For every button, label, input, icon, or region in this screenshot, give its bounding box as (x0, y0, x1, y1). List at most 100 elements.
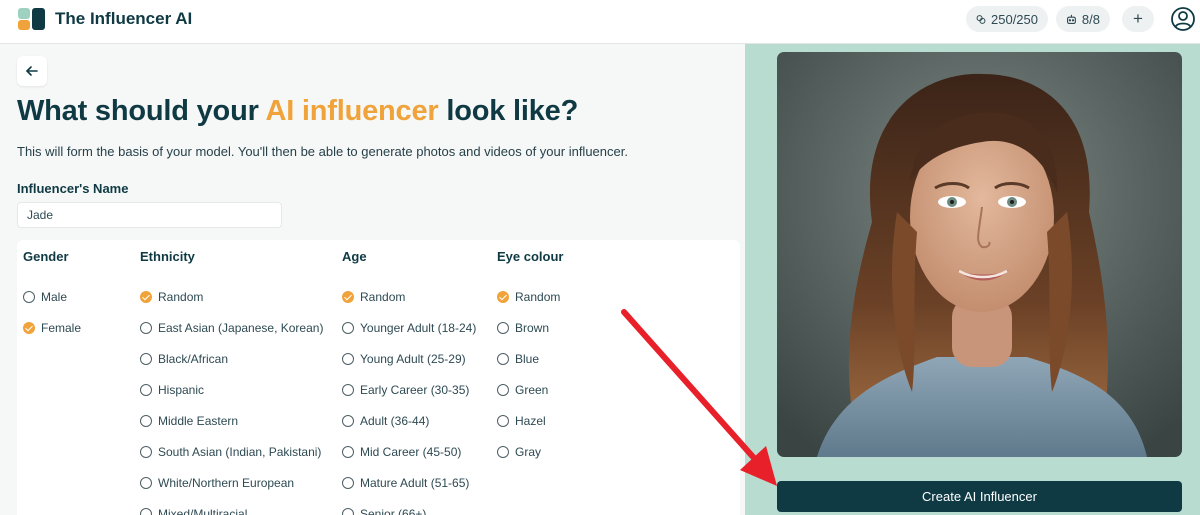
ethnicity-option-label: White/Northern European (158, 476, 295, 490)
ethnicity-option[interactable]: Middle Eastern (140, 413, 238, 429)
radio-unchecked-icon[interactable] (140, 353, 152, 365)
name-input[interactable] (17, 202, 282, 228)
ethnicity-option-label: Hispanic (158, 383, 205, 397)
top-bar: The Influencer AI 250/250 8/8 + (0, 0, 1200, 44)
radio-checked-icon[interactable] (497, 291, 509, 303)
title-accent: AI influencer (265, 95, 439, 127)
models-counter[interactable]: 8/8 (1056, 6, 1110, 32)
age-option[interactable]: Random (342, 289, 405, 305)
radio-unchecked-icon[interactable] (140, 508, 152, 515)
radio-unchecked-icon[interactable] (140, 415, 152, 427)
radio-checked-icon[interactable] (140, 291, 152, 303)
preview-pane: Create AI Influencer (745, 44, 1200, 515)
gender-option-label: Female (41, 321, 82, 335)
brand[interactable]: The Influencer AI (18, 8, 192, 30)
eye-colour-heading: Eye colour (497, 249, 564, 264)
page-subtitle: This will form the basis of your model. … (17, 144, 628, 159)
age-option[interactable]: Senior (66+) (342, 506, 426, 515)
models-value: 8/8 (1081, 11, 1100, 27)
radio-unchecked-icon[interactable] (497, 353, 509, 365)
radio-unchecked-icon[interactable] (23, 291, 35, 303)
gender-option[interactable]: Male (23, 289, 67, 305)
ethnicity-option[interactable]: White/Northern European (140, 475, 294, 491)
age-option-label: Adult (36-44) (360, 414, 430, 428)
ethnicity-option[interactable]: Hispanic (140, 382, 204, 398)
eye-colour-option[interactable]: Hazel (497, 413, 546, 429)
back-button[interactable] (17, 56, 47, 86)
age-option-label: Early Career (30-35) (360, 383, 470, 397)
credits-icon (976, 14, 986, 24)
ethnicity-option-label: Random (158, 290, 204, 304)
ethnicity-option[interactable]: South Asian (Indian, Pakistani) (140, 444, 321, 460)
influencer-preview-image (777, 52, 1182, 457)
ethnicity-option-label: South Asian (Indian, Pakistani) (158, 445, 322, 459)
radio-unchecked-icon[interactable] (342, 508, 354, 515)
app-name: The Influencer AI (55, 9, 193, 28)
age-option-label: Younger Adult (18-24) (360, 321, 477, 335)
eye-colour-option-label: Green (515, 383, 549, 397)
age-option[interactable]: Adult (36-44) (342, 413, 429, 429)
age-option[interactable]: Younger Adult (18-24) (342, 320, 476, 336)
ethnicity-option-label: East Asian (Japanese, Korean) (158, 321, 324, 335)
radio-checked-icon[interactable] (342, 291, 354, 303)
age-option[interactable]: Young Adult (25-29) (342, 351, 466, 367)
title-part-2: look like? (438, 95, 579, 127)
ethnicity-option[interactable]: Black/African (140, 351, 228, 367)
radio-unchecked-icon[interactable] (140, 446, 152, 458)
radio-unchecked-icon[interactable] (342, 446, 354, 458)
radio-unchecked-icon[interactable] (342, 353, 354, 365)
credits-counter[interactable]: 250/250 (966, 6, 1048, 32)
create-influencer-button[interactable]: Create AI Influencer (777, 481, 1182, 512)
radio-unchecked-icon[interactable] (342, 384, 354, 396)
age-option[interactable]: Mid Career (45-50) (342, 444, 461, 460)
credits-value: 250/250 (991, 11, 1038, 27)
ethnicity-option[interactable]: Mixed/Multiracial (140, 506, 247, 515)
gender-heading: Gender (23, 249, 69, 264)
radio-unchecked-icon[interactable] (497, 446, 509, 458)
ethnicity-option[interactable]: East Asian (Japanese, Korean) (140, 320, 323, 336)
logo (18, 8, 46, 30)
radio-unchecked-icon[interactable] (497, 322, 509, 334)
ethnicity-option-label: Black/African (158, 352, 229, 366)
page-title: What should your AI influencer look like… (17, 95, 578, 128)
eye-colour-option-label: Hazel (515, 414, 546, 428)
ethnicity-option-label: Mixed/Multiracial (158, 507, 248, 515)
age-heading: Age (342, 249, 367, 264)
back-arrow-icon (26, 66, 38, 76)
models-icon (1067, 14, 1076, 24)
plus-icon[interactable]: + (1122, 6, 1154, 32)
age-option-label: Mid Career (45-50) (360, 445, 462, 459)
age-option[interactable]: Mature Adult (51-65) (342, 475, 469, 491)
radio-unchecked-icon[interactable] (140, 322, 152, 334)
user-profile-icon[interactable] (1170, 6, 1196, 32)
age-option-label: Senior (66+) (360, 507, 427, 515)
age-option[interactable]: Early Career (30-35) (342, 382, 469, 398)
ethnicity-option-label: Middle Eastern (158, 414, 239, 428)
eye-colour-option[interactable]: Brown (497, 320, 549, 336)
eye-colour-option[interactable]: Random (497, 289, 560, 305)
name-label: Influencer's Name (17, 181, 129, 196)
eye-colour-option[interactable]: Blue (497, 351, 539, 367)
radio-unchecked-icon[interactable] (342, 477, 354, 489)
radio-unchecked-icon[interactable] (140, 384, 152, 396)
radio-unchecked-icon[interactable] (342, 415, 354, 427)
radio-unchecked-icon[interactable] (497, 384, 509, 396)
ethnicity-heading: Ethnicity (140, 249, 195, 264)
radio-unchecked-icon[interactable] (140, 477, 152, 489)
eye-colour-option[interactable]: Green (497, 382, 548, 398)
title-part-1: What should your (17, 95, 266, 127)
ethnicity-option[interactable]: Random (140, 289, 203, 305)
eye-colour-option-label: Random (515, 290, 561, 304)
age-option-label: Young Adult (25-29) (360, 352, 466, 366)
gender-option-label: Male (41, 290, 68, 304)
attributes-panel: Gender Male Female Ethnicity Random East A… (17, 240, 740, 515)
radio-unchecked-icon[interactable] (497, 415, 509, 427)
radio-unchecked-icon[interactable] (342, 322, 354, 334)
eye-colour-option-label: Gray (515, 445, 542, 459)
eye-colour-option-label: Blue (515, 352, 540, 366)
eye-colour-option[interactable]: Gray (497, 444, 541, 460)
radio-checked-icon[interactable] (23, 322, 35, 334)
eye-colour-option-label: Brown (515, 321, 550, 335)
gender-option[interactable]: Female (23, 320, 81, 336)
age-option-label: Random (360, 290, 406, 304)
